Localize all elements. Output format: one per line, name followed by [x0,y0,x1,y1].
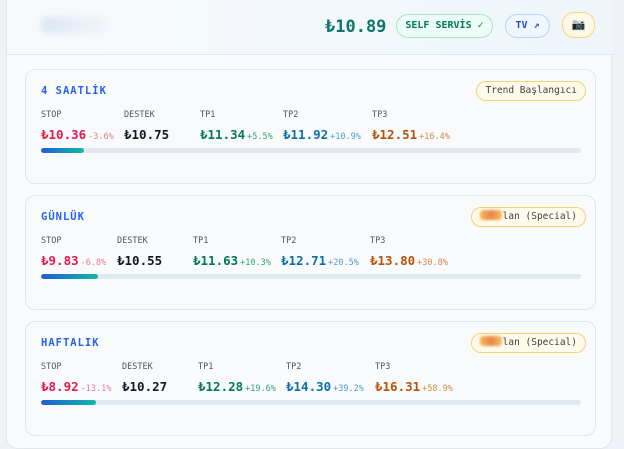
stop-percent: -6.8% [80,258,107,268]
support-column: DESTEK ₺10.55 [117,236,163,268]
strategy-badge: Trend Başlangıcı [476,81,586,101]
progress-fill [41,148,85,153]
progress-track [41,274,581,279]
timeframe-card-daily: GÜNLÜK lan (Special) STOP ₺9.83 -6.8% DES… [25,195,596,310]
tp1-percent: +5.5% [247,132,273,142]
camera-button[interactable]: 📷 [562,12,595,38]
tp1-value: ₺11.34 [200,127,246,142]
tp1-percent: +19.6% [245,384,276,394]
tp1-column: TP1 ₺11.63 +10.3% [193,236,271,268]
progress-fill [41,400,97,405]
tp2-value: ₺14.30 [286,379,332,394]
support-value: ₺10.55 [117,253,163,268]
stop-value: ₺10.36 [41,127,87,142]
tp3-column: TP3 ₺13.80 +30.8% [370,236,448,268]
support-column: DESTEK ₺10.27 [122,362,168,394]
card-title: 4 SAATLİK [41,85,107,97]
timeframe-card-4h: 4 SAATLİK Trend Başlangıcı STOP ₺10.36 -3… [25,69,596,184]
support-value: ₺10.75 [124,127,170,142]
card-title: GÜNLÜK [41,211,85,223]
tp1-value: ₺11.63 [193,253,239,268]
tp3-column: TP3 ₺12.51 +16.4% [372,110,450,142]
tp2-percent: +10.9% [330,132,361,142]
support-column: DESTEK ₺10.75 [124,110,170,142]
stop-value: ₺8.92 [41,379,79,394]
support-value: ₺10.27 [122,379,168,394]
stop-column: STOP ₺8.92 -13.1% [41,362,112,394]
tp2-column: TP2 ₺14.30 +39.2% [286,362,364,394]
header-bar: ₺10.89 SELF SERVİS ✓ TV ↗ 📷 [7,0,613,55]
stop-column: STOP ₺10.36 -3.6% [41,110,114,142]
timeframe-card-weekly: HAFTALIK lan (Special) STOP ₺8.92 -13.1% … [25,321,596,436]
blurred-badge-text [479,210,502,220]
tp2-percent: +20.5% [328,258,359,268]
tp2-column: TP2 ₺11.92 +10.9% [283,110,361,142]
tp3-value: ₺13.80 [370,253,416,268]
strategy-badge: lan (Special) [470,333,586,353]
tp2-column: TP2 ₺12.71 +20.5% [281,236,359,268]
card-title: HAFTALIK [41,337,100,349]
tp3-percent: +58.9% [422,384,453,394]
stop-percent: -3.6% [88,132,114,142]
tp3-column: TP3 ₺16.31 +58.9% [375,362,453,394]
progress-track [41,148,581,153]
tp1-percent: +10.3% [240,258,271,268]
stop-column: STOP ₺9.83 -6.8% [41,236,107,268]
self-service-button[interactable]: SELF SERVİS ✓ [396,14,493,38]
stop-percent: -13.1% [80,384,112,394]
tp2-value: ₺12.71 [281,253,327,268]
tp3-percent: +16.4% [419,132,450,142]
tp3-percent: +30.8% [417,258,448,268]
tp1-column: TP1 ₺12.28 +19.6% [198,362,276,394]
current-price: ₺10.89 [325,17,387,37]
tp1-column: TP1 ₺11.34 +5.5% [200,110,273,142]
tp1-value: ₺12.28 [198,379,244,394]
progress-track [41,400,581,405]
progress-fill [41,274,98,279]
tp2-value: ₺11.92 [283,127,329,142]
blurred-badge-text [479,336,502,346]
signal-panel: ₺10.89 SELF SERVİS ✓ TV ↗ 📷 4 SAATLİK Tr… [6,0,613,449]
blurred-logo [41,17,105,33]
camera-icon: 📷 [571,18,586,31]
tp3-value: ₺16.31 [375,379,421,394]
tp3-value: ₺12.51 [372,127,418,142]
strategy-badge: lan (Special) [470,207,586,227]
tp2-percent: +39.2% [333,384,364,394]
tradingview-button[interactable]: TV ↗ [505,14,550,38]
stop-value: ₺9.83 [41,253,79,268]
